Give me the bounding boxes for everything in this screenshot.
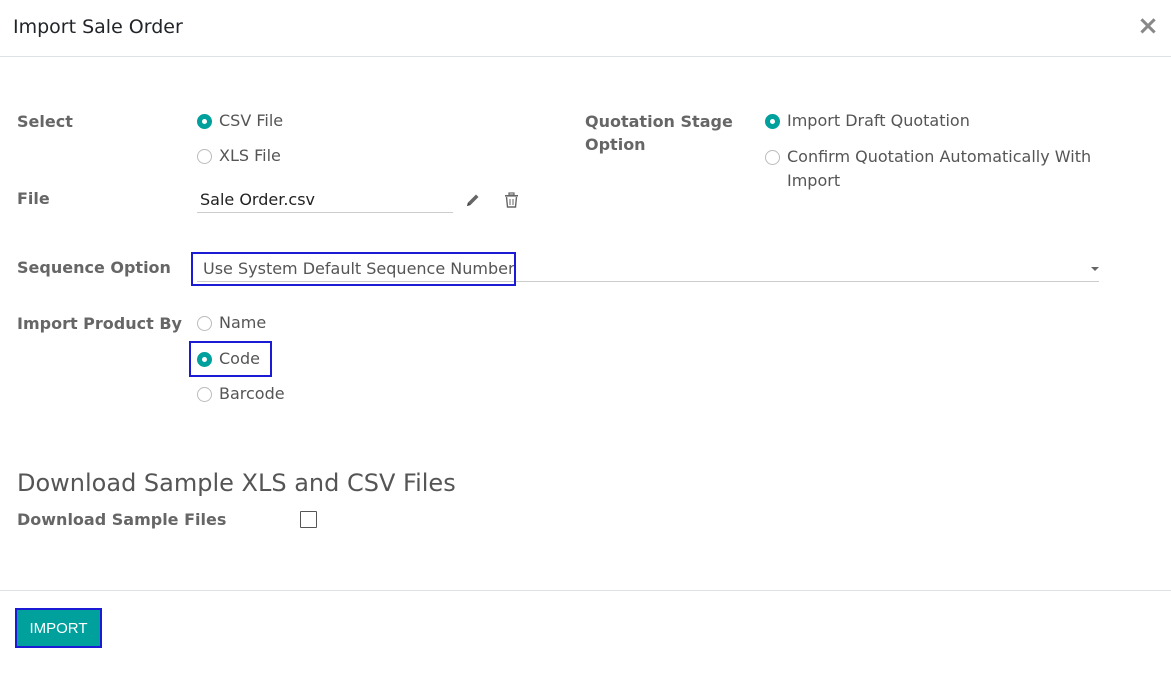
radio-button[interactable] (197, 315, 212, 331)
radio-label-line2: Import (787, 171, 841, 190)
radio-label: Code (219, 349, 260, 368)
pencil-icon[interactable] (465, 192, 483, 210)
trash-icon[interactable] (504, 192, 522, 210)
radio-product-code[interactable]: Code (197, 348, 260, 370)
select-label: Select (17, 112, 73, 131)
radio-label: Import Draft Quotation (787, 111, 970, 130)
radio-label: XLS File (219, 146, 281, 165)
quotation-stage-label-line1: Quotation Stage (585, 112, 733, 131)
radio-button-checked[interactable] (197, 113, 212, 129)
radio-button-checked[interactable] (197, 351, 212, 367)
radio-label: CSV File (219, 111, 284, 130)
radio-xls-file[interactable]: XLS File (197, 145, 281, 167)
radio-import-draft-quotation[interactable]: Import Draft Quotation (765, 110, 970, 132)
sequence-option-value: Use System Default Sequence Number (203, 259, 515, 278)
import-button[interactable]: IMPORT (15, 608, 102, 648)
radio-button[interactable] (197, 148, 212, 164)
file-name-field[interactable]: Sale Order.csv (197, 186, 453, 213)
import-product-by-label: Import Product By (17, 314, 182, 333)
radio-confirm-quotation[interactable]: Confirm Quotation Automatically With Imp… (765, 145, 1091, 193)
close-icon[interactable]: × (1136, 12, 1160, 40)
radio-label: Name (219, 313, 267, 332)
radio-label-line1: Confirm Quotation Automatically With (787, 147, 1092, 166)
sample-section-heading: Download Sample XLS and CSV Files (17, 469, 456, 497)
radio-label: Barcode (219, 384, 285, 403)
download-sample-checkbox[interactable] (300, 511, 317, 528)
radio-button[interactable] (197, 386, 212, 402)
download-sample-label: Download Sample Files (17, 510, 227, 529)
radio-product-name[interactable]: Name (197, 312, 266, 334)
quotation-stage-label: Quotation Stage Option (585, 110, 733, 156)
quotation-stage-label-line2: Option (585, 135, 646, 154)
radio-button[interactable] (765, 150, 780, 165)
footer-divider (0, 590, 1171, 591)
dialog-header: Import Sale Order × (0, 0, 1171, 57)
radio-label: Confirm Quotation Automatically With Imp… (787, 145, 1091, 193)
radio-csv-file[interactable]: CSV File (197, 110, 283, 132)
radio-button-checked[interactable] (765, 113, 780, 129)
file-label: File (17, 189, 50, 208)
dialog-title: Import Sale Order (13, 16, 183, 38)
sequence-option-label: Sequence Option (17, 258, 171, 277)
radio-product-barcode[interactable]: Barcode (197, 383, 285, 405)
chevron-down-icon (1091, 267, 1099, 271)
sequence-option-select[interactable]: Use System Default Sequence Number (197, 255, 1099, 282)
